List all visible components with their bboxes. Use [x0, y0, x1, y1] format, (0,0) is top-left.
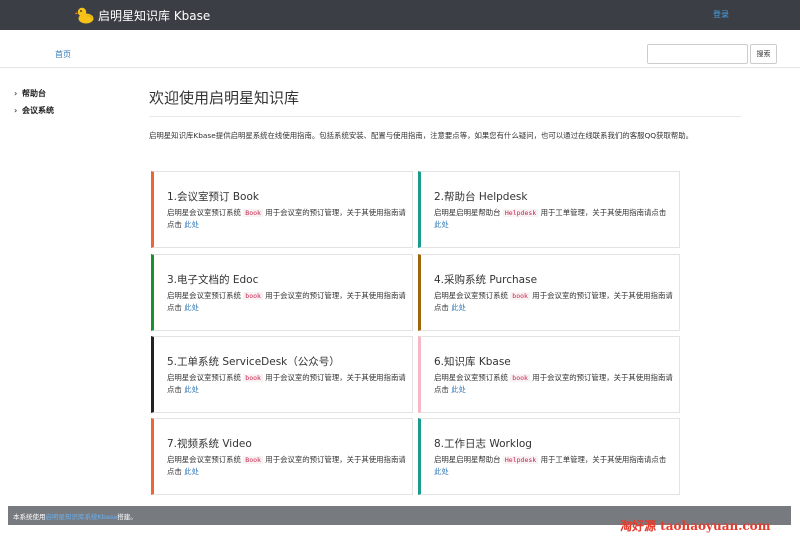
- guide-link[interactable]: 此处: [451, 303, 466, 312]
- code-tag: Helpdesk: [502, 456, 539, 464]
- footer-suffix: 搭建。: [117, 513, 137, 521]
- code-tag: book: [243, 374, 263, 382]
- desc-text: 用于工单管理，关于其使用指南请点击: [540, 208, 667, 217]
- footer-prefix: 本系统使用: [13, 513, 46, 521]
- brand-logo[interactable]: 启明星知识库 Kbase: [74, 5, 211, 25]
- code-tag: book: [243, 292, 263, 300]
- card-title: 7.视频系统 Video: [167, 438, 252, 450]
- card-2: 2.帮助台 Helpdesk 启明星启明星帮助台 Helpdesk 用于工单管理…: [418, 171, 680, 248]
- code-tag: Book: [243, 456, 263, 464]
- code-tag: Helpdesk: [502, 209, 539, 217]
- watermark: 淘好源 taohaoyuan.com: [620, 519, 771, 533]
- search-input[interactable]: [647, 44, 748, 64]
- guide-link[interactable]: 此处: [184, 385, 199, 394]
- card-title: 3.电子文档的 Edoc: [167, 274, 259, 286]
- desc-text: 启明星会议室预订系统: [434, 291, 508, 300]
- desc-text: 启明星会议室预订系统: [167, 373, 241, 382]
- guide-link[interactable]: 此处: [434, 467, 449, 476]
- card-6: 6.知识库 Kbase 启明星会议室预订系统 book 用于会议室的预订管理，关…: [418, 336, 680, 413]
- card-description: 启明星会议室预订系统 book 用于会议室的预订管理，关于其使用指南请点击 此处: [434, 372, 674, 396]
- card-title: 1.会议室预订 Book: [167, 191, 259, 203]
- card-title: 5.工单系统 ServiceDesk（公众号）: [167, 356, 340, 368]
- desc-text: 启明星会议室预订系统: [434, 373, 508, 382]
- nav-bar: 首页 搜索: [0, 37, 800, 68]
- top-header: 启明星知识库 Kbase 登录: [0, 0, 800, 30]
- card-1: 1.会议室预订 Book 启明星会议室预订系统 Book 用于会议室的预订管理，…: [151, 171, 413, 248]
- sidebar: › 帮助台 › 会议系统: [14, 85, 54, 119]
- card-description: 启明星启明星帮助台 Helpdesk 用于工单管理，关于其使用指南请点击 此处: [434, 454, 674, 478]
- card-title: 8.工作日志 Worklog: [434, 438, 532, 450]
- guide-link[interactable]: 此处: [434, 220, 449, 229]
- card-title: 4.采购系统 Purchase: [434, 274, 538, 286]
- card-4: 4.采购系统 Purchase 启明星会议室预订系统 book 用于会议室的预订…: [418, 254, 680, 331]
- chevron-right-icon: ›: [14, 89, 18, 98]
- card-title: 2.帮助台 Helpdesk: [434, 191, 528, 203]
- code-tag: Book: [243, 209, 263, 217]
- desc-text: 启明星会议室预订系统: [167, 208, 241, 217]
- guide-link[interactable]: 此处: [451, 385, 466, 394]
- brand-title: 启明星知识库 Kbase: [98, 8, 211, 23]
- search-button[interactable]: 搜索: [750, 44, 777, 64]
- card-description: 启明星会议室预订系统 Book 用于会议室的预订管理，关于其使用指南请点击 此处: [167, 454, 407, 478]
- card-7: 7.视频系统 Video 启明星会议室预订系统 Book 用于会议室的预订管理，…: [151, 418, 413, 495]
- desc-text: 启明星启明星帮助台: [434, 208, 501, 217]
- duck-logo-icon: [74, 5, 95, 25]
- sidebar-item-label: 帮助台: [22, 89, 46, 98]
- card-title: 6.知识库 Kbase: [434, 356, 511, 368]
- home-link[interactable]: 首页: [55, 49, 71, 60]
- card-8: 8.工作日志 Worklog 启明星启明星帮助台 Helpdesk 用于工单管理…: [418, 418, 680, 495]
- guide-link[interactable]: 此处: [184, 303, 199, 312]
- guide-link[interactable]: 此处: [184, 467, 199, 476]
- card-5: 5.工单系统 ServiceDesk（公众号） 启明星会议室预订系统 book …: [151, 336, 413, 413]
- sidebar-item-meeting[interactable]: › 会议系统: [14, 102, 54, 119]
- card-description: 启明星会议室预订系统 book 用于会议室的预订管理，关于其使用指南请点击 此处: [167, 372, 407, 396]
- desc-text: 用于工单管理，关于其使用指南请点击: [540, 455, 667, 464]
- code-tag: book: [510, 374, 530, 382]
- footer-link[interactable]: 启明星知识库系统Kbase: [46, 513, 118, 521]
- card-3: 3.电子文档的 Edoc 启明星会议室预订系统 book 用于会议室的预订管理，…: [151, 254, 413, 331]
- intro-text: 启明星知识库Kbase提供启明星系统在线使用指南。包括系统安装、配置与使用指南，…: [149, 131, 694, 140]
- desc-text: 启明星会议室预订系统: [167, 455, 241, 464]
- login-link[interactable]: 登录: [713, 9, 729, 20]
- card-description: 启明星会议室预订系统 book 用于会议室的预订管理，关于其使用指南请点击 此处: [167, 290, 407, 314]
- desc-text: 启明星会议室预订系统: [167, 291, 241, 300]
- code-tag: book: [510, 292, 530, 300]
- sidebar-item-label: 会议系统: [22, 106, 54, 115]
- desc-text: 启明星启明星帮助台: [434, 455, 501, 464]
- chevron-right-icon: ›: [14, 106, 18, 115]
- footer-text: 本系统使用启明星知识库系统Kbase搭建。: [13, 511, 137, 521]
- guide-link[interactable]: 此处: [184, 220, 199, 229]
- page-title: 欢迎使用启明星知识库: [149, 89, 300, 107]
- card-description: 启明星会议室预订系统 Book 用于会议室的预订管理，关于其使用指南请点击 此处: [167, 207, 407, 231]
- sidebar-item-helpdesk[interactable]: › 帮助台: [14, 85, 54, 102]
- title-divider: [149, 116, 741, 117]
- card-description: 启明星会议室预订系统 book 用于会议室的预订管理，关于其使用指南请点击 此处: [434, 290, 674, 314]
- card-description: 启明星启明星帮助台 Helpdesk 用于工单管理，关于其使用指南请点击 此处: [434, 207, 674, 231]
